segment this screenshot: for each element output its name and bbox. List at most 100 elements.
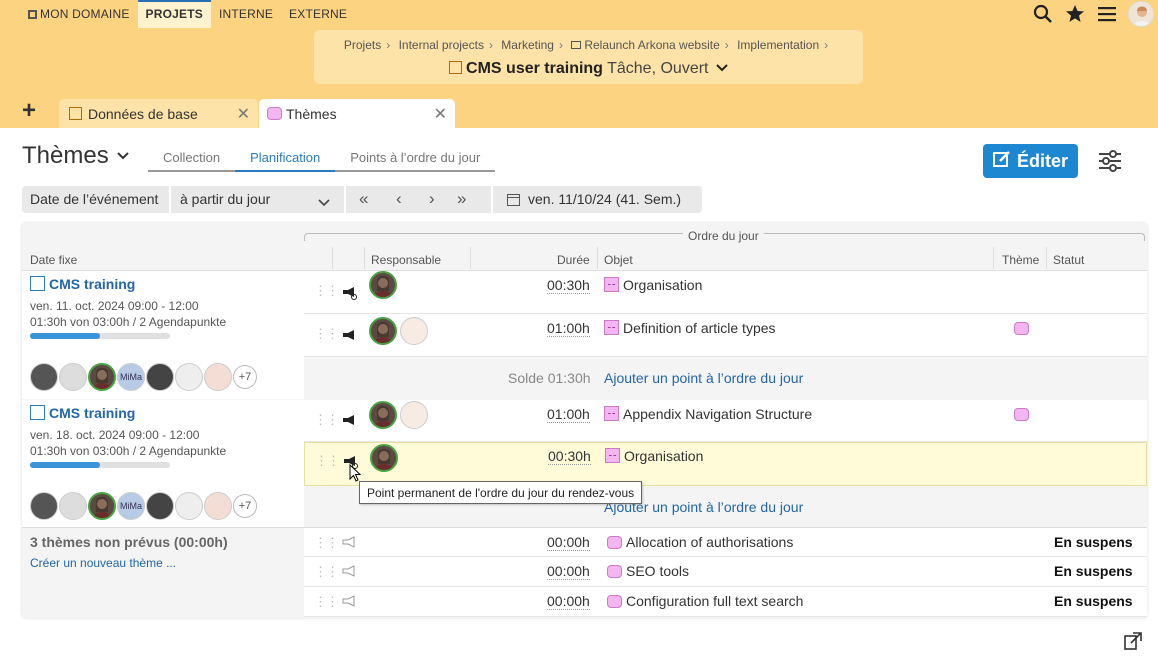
avatar[interactable] xyxy=(175,492,203,520)
chevron-down-icon[interactable] xyxy=(318,194,330,210)
drag-handle-icon[interactable]: ⋮⋮ xyxy=(314,412,339,428)
previous-icon[interactable]: ‹ xyxy=(396,189,402,209)
theme-icon[interactable] xyxy=(1014,322,1029,335)
meeting-progress xyxy=(30,333,170,339)
meeting-progress xyxy=(30,462,170,468)
nav-external[interactable]: EXTERNE xyxy=(281,0,355,28)
export-icon[interactable] xyxy=(1124,632,1142,653)
breadcrumb-card: Projets › Internal projects › Marketing › R… xyxy=(314,30,863,84)
avatar[interactable]: MiMa xyxy=(117,492,145,520)
date-value[interactable]: ven. 11/10/24 (41. Sem.) xyxy=(528,191,681,207)
breadcrumb-marketing[interactable]: Marketing xyxy=(501,38,554,52)
drag-handle-icon[interactable]: ⋮⋮ xyxy=(314,326,339,342)
col-theme: Thème xyxy=(1002,253,1040,267)
megaphone-icon xyxy=(342,329,358,346)
avatar[interactable]: MiMa xyxy=(117,363,145,391)
avatar[interactable] xyxy=(204,492,232,520)
duration-value[interactable]: 00:00h xyxy=(547,563,590,580)
agenda-row[interactable]: ⋮⋮ 01:00h Definition of article types xyxy=(304,314,1147,357)
section-title: Thèmes xyxy=(22,142,109,169)
nav-internal[interactable]: INTERNE xyxy=(211,0,281,28)
section-header[interactable]: Thèmes xyxy=(22,142,129,170)
tab-base-data[interactable]: Données de base ✕ xyxy=(59,99,258,128)
object-cell[interactable]: Organisation xyxy=(605,448,703,464)
object-cell[interactable]: SEO tools xyxy=(607,563,689,579)
more-participants-badge[interactable]: +7 xyxy=(233,365,257,389)
drag-handle-icon[interactable]: ⋮⋮ xyxy=(315,453,340,469)
meeting-title[interactable]: CMS training xyxy=(30,405,135,421)
avatar[interactable] xyxy=(30,492,58,520)
unplanned-row[interactable]: ⋮⋮ 00:00h Allocation of authorisations E… xyxy=(304,528,1147,557)
range-select[interactable]: à partir du jour xyxy=(180,191,270,207)
subtab-agenda-points[interactable]: Points à l’ordre du jour xyxy=(335,150,496,172)
more-participants-badge[interactable]: +7 xyxy=(233,494,257,518)
drag-handle-icon[interactable]: ⋮⋮ xyxy=(314,535,339,551)
agenda-row[interactable]: ⋮⋮ 01:00h Appendix Navigation Structure xyxy=(304,400,1147,442)
object-cell[interactable]: Allocation of authorisations xyxy=(607,534,793,550)
object-cell[interactable]: Organisation xyxy=(604,277,702,293)
page-title[interactable]: CMS user training Tâche, Ouvert xyxy=(314,59,863,78)
avatar[interactable] xyxy=(369,401,397,429)
duration-value[interactable]: 00:30h xyxy=(547,277,590,294)
subtab-planning[interactable]: Planification xyxy=(235,150,336,172)
agenda-row[interactable]: ⋮⋮ 00:30h Organisation xyxy=(304,271,1147,314)
user-avatar[interactable] xyxy=(1128,1,1154,27)
avatar[interactable] xyxy=(59,363,87,391)
add-tab-button[interactable]: + xyxy=(22,99,36,123)
duration-value[interactable]: 01:00h xyxy=(547,320,590,337)
unplanned-row[interactable]: ⋮⋮ 00:00h SEO tools En suspens xyxy=(304,557,1147,587)
edit-button[interactable]: Éditer xyxy=(983,144,1078,178)
object-cell[interactable]: Appendix Navigation Structure xyxy=(604,406,812,422)
avatar[interactable] xyxy=(30,363,58,391)
avatar[interactable] xyxy=(88,363,116,391)
drag-handle-icon[interactable]: ⋮⋮ xyxy=(314,564,339,580)
unplanned-row[interactable]: ⋮⋮ 00:00h Configuration full text search… xyxy=(304,587,1147,617)
avatar[interactable] xyxy=(88,492,116,520)
meeting-title[interactable]: CMS training xyxy=(30,276,135,292)
avatar[interactable] xyxy=(59,492,87,520)
first-page-icon[interactable]: « xyxy=(359,189,368,209)
nav-my-domain[interactable]: MON DOMAINE xyxy=(20,0,138,28)
agenda-row-highlighted[interactable]: ⋮⋮ 00:30h Organisation xyxy=(304,442,1147,486)
avatar[interactable] xyxy=(369,317,397,345)
avatar[interactable] xyxy=(400,401,428,429)
drag-handle-icon[interactable]: ⋮⋮ xyxy=(314,594,339,610)
duration-value[interactable]: 00:00h xyxy=(547,593,590,610)
duration-value[interactable]: 00:30h xyxy=(548,448,591,465)
star-icon[interactable] xyxy=(1064,3,1086,25)
breadcrumb-implementation[interactable]: Implementation xyxy=(737,38,819,52)
breadcrumb-internal-projects[interactable]: Internal projects xyxy=(399,38,484,52)
avatar[interactable] xyxy=(400,317,428,345)
close-icon[interactable]: ✕ xyxy=(237,104,250,124)
add-agenda-item-link[interactable]: Ajouter un point à l’ordre du jour xyxy=(604,370,803,386)
last-page-icon[interactable]: » xyxy=(457,189,466,209)
next-icon[interactable]: › xyxy=(429,189,435,209)
agenda-item-icon xyxy=(604,406,619,421)
subtab-collection[interactable]: Collection xyxy=(148,150,236,172)
avatar[interactable] xyxy=(175,363,203,391)
avatar[interactable] xyxy=(370,444,398,472)
theme-icon[interactable] xyxy=(1014,408,1029,421)
menu-icon[interactable] xyxy=(1096,3,1118,25)
avatar[interactable] xyxy=(146,492,174,520)
duration-value[interactable]: 01:00h xyxy=(547,406,590,423)
calendar-icon[interactable] xyxy=(507,193,520,209)
close-icon[interactable]: ✕ xyxy=(434,104,447,124)
drag-handle-icon[interactable]: ⋮⋮ xyxy=(314,283,339,299)
avatar[interactable] xyxy=(204,363,232,391)
search-icon[interactable] xyxy=(1032,3,1054,25)
edit-icon xyxy=(992,150,1011,173)
avatar[interactable] xyxy=(146,363,174,391)
breadcrumb-projects[interactable]: Projets xyxy=(344,38,381,52)
nav-projects[interactable]: PROJETS xyxy=(137,0,211,28)
tab-themes[interactable]: Thèmes ✕ xyxy=(259,99,455,128)
object-cell[interactable]: Definition of article types xyxy=(604,320,776,336)
breadcrumb-relaunch[interactable]: Relaunch Arkona website xyxy=(584,38,719,52)
create-theme-link[interactable]: Créer un nouveau thème ... xyxy=(30,556,176,570)
status-text: En suspens xyxy=(1054,534,1133,550)
object-cell[interactable]: Configuration full text search xyxy=(607,593,803,609)
megaphone-permanent-icon xyxy=(342,286,358,303)
duration-value[interactable]: 00:00h xyxy=(547,534,590,551)
avatar[interactable] xyxy=(369,271,397,299)
settings-sliders-icon[interactable] xyxy=(1098,149,1122,173)
